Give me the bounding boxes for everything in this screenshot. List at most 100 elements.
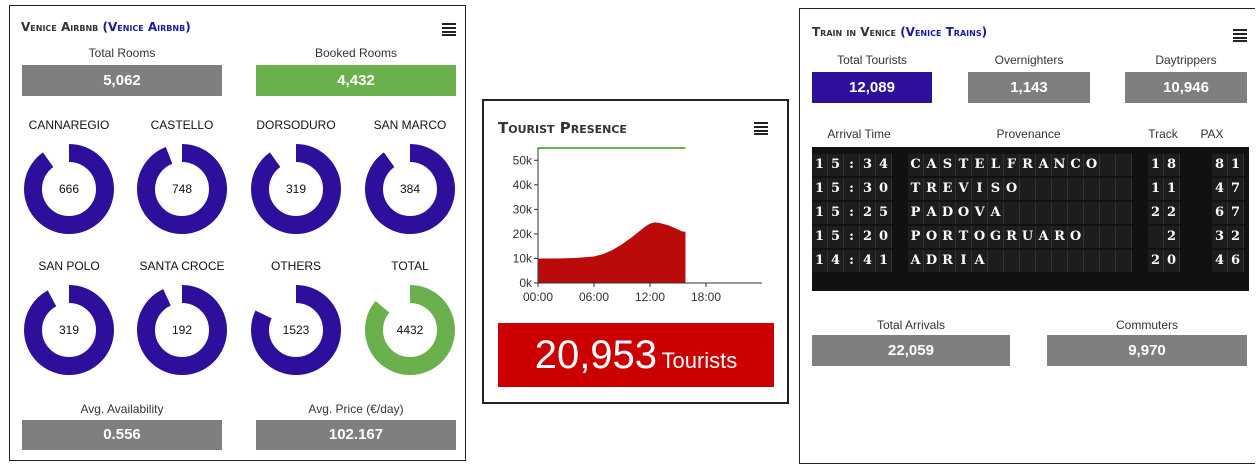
- presence-area: [538, 222, 686, 283]
- donut-value: 384: [400, 182, 420, 196]
- board-cell: :: [844, 226, 860, 248]
- district-label: CASTELLO: [150, 118, 214, 132]
- district-donut: 384: [365, 144, 455, 234]
- board-cell: 4: [1212, 178, 1228, 200]
- airbnb-subtitle[interactable]: (Venice Airbnb): [102, 20, 190, 34]
- board-cell: :: [844, 250, 860, 272]
- board-cell: A: [988, 202, 1004, 224]
- board-cell: [1020, 202, 1036, 224]
- board-cell: 3: [1212, 226, 1228, 248]
- board-cell: 1: [812, 178, 828, 200]
- board-cell: L: [988, 154, 1004, 176]
- board-cell: 0: [876, 178, 892, 200]
- avg-availability-label: Avg. Availability: [80, 402, 164, 416]
- board-cell: 5: [828, 178, 844, 200]
- airbnb-panel: Venice Airbnb (Venice Airbnb) Total Room…: [9, 5, 466, 461]
- district-donut: 4432: [365, 285, 455, 375]
- board-cell: I: [956, 250, 972, 272]
- menu-icon[interactable]: [1233, 29, 1247, 42]
- board-cell: :: [844, 178, 860, 200]
- board-cell: [1116, 202, 1132, 224]
- board-cell: C: [908, 154, 924, 176]
- x-tick-label: 12:00: [635, 290, 665, 304]
- board-cell: :: [844, 154, 860, 176]
- district-label: SANTA CROCE: [139, 259, 225, 273]
- total-tourists-value: 12,089: [812, 72, 932, 103]
- trains-subtitle[interactable]: (Venice Trains): [900, 25, 987, 39]
- board-cell: A: [924, 202, 940, 224]
- board-cell: 4: [876, 154, 892, 176]
- board-cell: A: [924, 154, 940, 176]
- board-cell: A: [908, 250, 924, 272]
- board-cell: 4: [860, 250, 876, 272]
- booked-rooms-value: 4,432: [256, 65, 456, 96]
- booked-rooms-label: Booked Rooms: [314, 46, 398, 60]
- board-cell: 1: [1148, 154, 1164, 176]
- board-cell: [1084, 178, 1100, 200]
- presence-total-unit: Tourists: [661, 348, 738, 373]
- board-cell: 7: [1228, 178, 1244, 200]
- board-cell: [1004, 250, 1020, 272]
- total-arrivals-value: 22,059: [812, 335, 1010, 366]
- board-cell: 4: [1212, 250, 1228, 272]
- board-cell: R: [924, 178, 940, 200]
- x-tick-label: 00:00: [523, 290, 553, 304]
- board-cell: R: [940, 250, 956, 272]
- board-cell: 2: [1164, 226, 1180, 248]
- board-cell: [1116, 226, 1132, 248]
- board-cell: 3: [860, 178, 876, 200]
- presence-total-banner: 20,953 Tourists: [498, 323, 774, 387]
- menu-icon[interactable]: [442, 23, 456, 36]
- board-cell: O: [972, 226, 988, 248]
- board-cell: 5: [828, 226, 844, 248]
- donut-value: 319: [59, 323, 79, 337]
- y-tick-label: 20k: [513, 227, 533, 241]
- board-cell: O: [956, 202, 972, 224]
- board-cell: 6: [1228, 250, 1244, 272]
- board-cell: R: [1004, 226, 1020, 248]
- board-cell: P: [908, 226, 924, 248]
- district-label: SAN MARCO: [373, 118, 447, 132]
- board-cell: P: [908, 202, 924, 224]
- board-cell: 1: [812, 154, 828, 176]
- board-cell: 8: [1212, 154, 1228, 176]
- board-cell: [1116, 250, 1132, 272]
- board-cell: I: [972, 178, 988, 200]
- district-label: TOTAL: [391, 259, 429, 273]
- board-cell: 2: [1148, 202, 1164, 224]
- avg-price-label: Avg. Price (€/day): [308, 402, 404, 416]
- y-tick-label: 50k: [513, 153, 533, 167]
- total-rooms-label: Total Rooms: [88, 46, 156, 60]
- board-cell: [1116, 178, 1132, 200]
- board-cell: 2: [860, 226, 876, 248]
- board-cell: T: [908, 178, 924, 200]
- board-cell: V: [972, 202, 988, 224]
- trains-title-text: Train in Venice: [812, 25, 896, 39]
- board-cell: R: [1052, 226, 1068, 248]
- trains-title: Train in Venice (Venice Trains): [812, 25, 987, 39]
- airbnb-title-text: Venice Airbnb: [21, 20, 99, 34]
- board-cell: [988, 250, 1004, 272]
- avg-availability-value: 0.556: [22, 420, 222, 450]
- board-cell: R: [1020, 154, 1036, 176]
- trains-panel: Train in Venice (Venice Trains) Total To…: [799, 8, 1255, 464]
- district-label: CANNAREGIO: [28, 118, 110, 132]
- menu-icon[interactable]: [754, 122, 768, 135]
- board-cell: 6: [1212, 202, 1228, 224]
- donut-value: 192: [172, 323, 192, 337]
- daytrippers-label: Daytrippers: [1155, 53, 1217, 67]
- board-cell: [1100, 154, 1116, 176]
- board-cell: S: [940, 154, 956, 176]
- y-tick-label: 0k: [519, 276, 533, 290]
- board-cell: 4: [828, 250, 844, 272]
- daytrippers-value: 10,946: [1125, 72, 1247, 103]
- y-tick-label: 30k: [513, 202, 533, 216]
- board-cell: O: [924, 226, 940, 248]
- presence-total-value: 20,953: [534, 333, 658, 377]
- district-donut: 1523: [251, 285, 341, 375]
- board-cell: [1068, 250, 1084, 272]
- overnighters-value: 1,143: [968, 72, 1090, 103]
- board-cell: F: [1004, 154, 1020, 176]
- donut-value: 4432: [397, 323, 424, 337]
- board-cell: O: [1068, 226, 1084, 248]
